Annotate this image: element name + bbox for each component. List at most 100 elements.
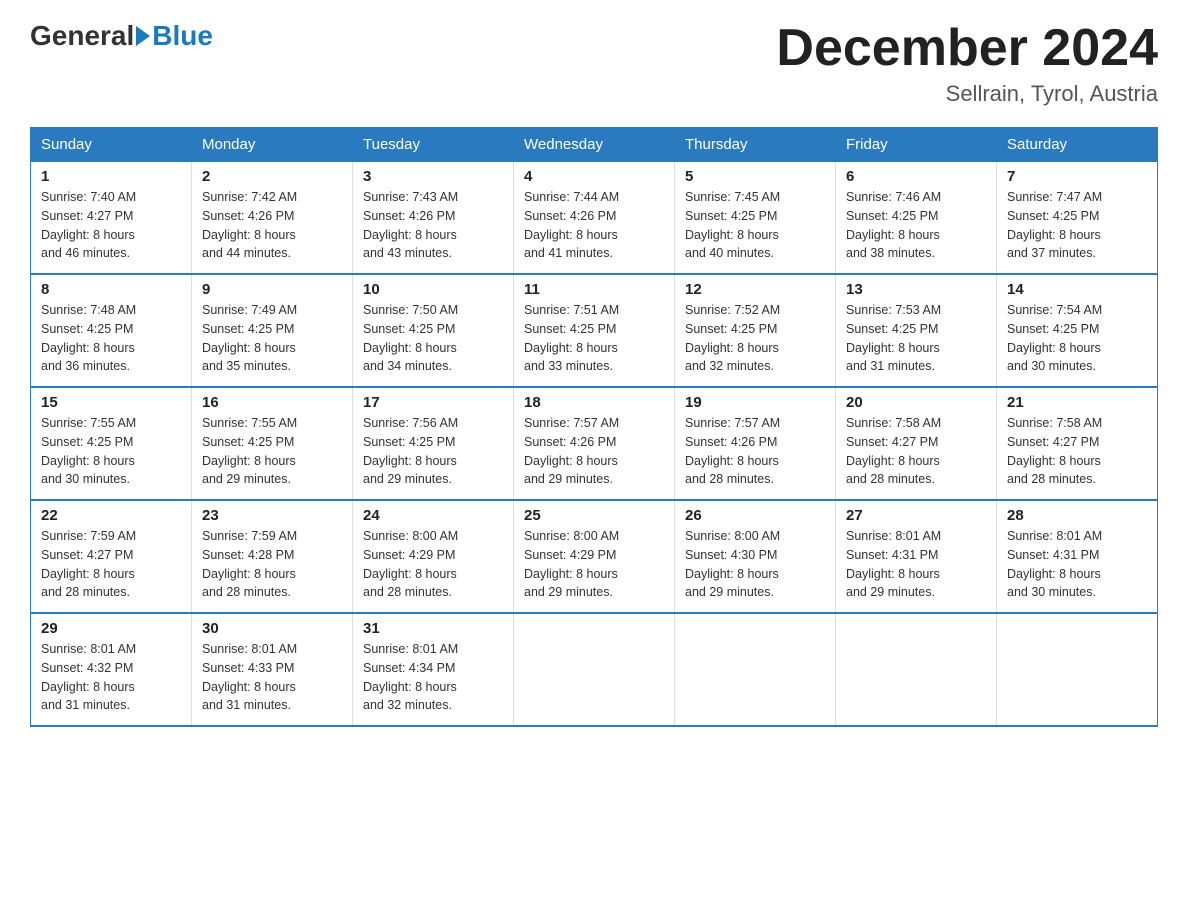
calendar-cell: 27Sunrise: 8:01 AM Sunset: 4:31 PM Dayli… <box>836 500 997 613</box>
day-number: 9 <box>202 281 342 298</box>
day-number: 22 <box>41 507 181 524</box>
day-info: Sunrise: 7:58 AM Sunset: 4:27 PM Dayligh… <box>846 414 986 489</box>
day-info: Sunrise: 7:57 AM Sunset: 4:26 PM Dayligh… <box>524 414 664 489</box>
day-info: Sunrise: 7:58 AM Sunset: 4:27 PM Dayligh… <box>1007 414 1147 489</box>
day-number: 3 <box>363 168 503 185</box>
calendar-week-row: 29 Sunrise: 8:01 AM Sunset: 4:32 PM Dayli… <box>31 613 1158 726</box>
column-header-saturday: Saturday <box>997 128 1158 162</box>
calendar-cell: 25Sunrise: 8:00 AM Sunset: 4:29 PM Dayli… <box>514 500 675 613</box>
day-info: Sunrise: 7:52 AM Sunset: 4:25 PM Dayligh… <box>685 301 825 376</box>
calendar-week-row: 22 Sunrise: 7:59 AM Sunset: 4:27 PM Dayli… <box>31 500 1158 613</box>
day-info: Sunrise: 7:55 AM Sunset: 4:25 PM Dayligh… <box>41 414 181 489</box>
day-number: 6 <box>846 168 986 185</box>
day-info: Sunrise: 7:50 AM Sunset: 4:25 PM Dayligh… <box>363 301 503 376</box>
day-info: Sunrise: 7:56 AM Sunset: 4:25 PM Dayligh… <box>363 414 503 489</box>
calendar-cell: 17 Sunrise: 7:56 AM Sunset: 4:25 PM Dayli… <box>353 387 514 500</box>
calendar-cell: 4Sunrise: 7:44 AM Sunset: 4:26 PM Daylig… <box>514 162 675 275</box>
calendar-cell: 16 Sunrise: 7:55 AM Sunset: 4:25 PM Dayli… <box>192 387 353 500</box>
day-info: Sunrise: 8:00 AM Sunset: 4:29 PM Dayligh… <box>363 527 503 602</box>
title-section: December 2024 Sellrain, Tyrol, Austria <box>776 20 1158 107</box>
calendar-cell <box>514 613 675 726</box>
day-number: 30 <box>202 620 342 637</box>
day-info: Sunrise: 7:51 AM Sunset: 4:25 PM Dayligh… <box>524 301 664 376</box>
day-number: 18 <box>524 394 664 411</box>
calendar-cell: 26 Sunrise: 8:00 AM Sunset: 4:30 PM Dayli… <box>675 500 836 613</box>
day-number: 12 <box>685 281 825 298</box>
day-info: Sunrise: 7:44 AM Sunset: 4:26 PM Dayligh… <box>524 188 664 263</box>
calendar-cell: 1 Sunrise: 7:40 AM Sunset: 4:27 PM Daylig… <box>31 162 192 275</box>
calendar-cell: 9 Sunrise: 7:49 AM Sunset: 4:25 PM Daylig… <box>192 274 353 387</box>
calendar-cell: 3 Sunrise: 7:43 AM Sunset: 4:26 PM Daylig… <box>353 162 514 275</box>
calendar-cell: 14 Sunrise: 7:54 AM Sunset: 4:25 PM Dayli… <box>997 274 1158 387</box>
logo-arrow-icon <box>136 26 150 46</box>
day-info: Sunrise: 7:42 AM Sunset: 4:26 PM Dayligh… <box>202 188 342 263</box>
day-info: Sunrise: 7:53 AM Sunset: 4:25 PM Dayligh… <box>846 301 986 376</box>
day-number: 5 <box>685 168 825 185</box>
day-number: 8 <box>41 281 181 298</box>
calendar-cell <box>997 613 1158 726</box>
day-number: 20 <box>846 394 986 411</box>
day-info: Sunrise: 8:01 AM Sunset: 4:32 PM Dayligh… <box>41 640 181 715</box>
page-header: General Blue December 2024 Sellrain, Tyr… <box>30 20 1158 107</box>
logo-general-text: General <box>30 20 134 52</box>
day-number: 13 <box>846 281 986 298</box>
calendar-cell: 29 Sunrise: 8:01 AM Sunset: 4:32 PM Dayli… <box>31 613 192 726</box>
calendar-cell: 15Sunrise: 7:55 AM Sunset: 4:25 PM Dayli… <box>31 387 192 500</box>
calendar-cell: 30 Sunrise: 8:01 AM Sunset: 4:33 PM Dayli… <box>192 613 353 726</box>
column-header-friday: Friday <box>836 128 997 162</box>
calendar-cell: 22 Sunrise: 7:59 AM Sunset: 4:27 PM Dayli… <box>31 500 192 613</box>
day-number: 21 <box>1007 394 1147 411</box>
calendar-header-row: SundayMondayTuesdayWednesdayThursdayFrid… <box>31 128 1158 162</box>
calendar-cell: 13 Sunrise: 7:53 AM Sunset: 4:25 PM Dayli… <box>836 274 997 387</box>
day-info: Sunrise: 8:01 AM Sunset: 4:31 PM Dayligh… <box>846 527 986 602</box>
calendar-cell: 18 Sunrise: 7:57 AM Sunset: 4:26 PM Dayli… <box>514 387 675 500</box>
calendar-table: SundayMondayTuesdayWednesdayThursdayFrid… <box>30 127 1158 727</box>
day-info: Sunrise: 7:54 AM Sunset: 4:25 PM Dayligh… <box>1007 301 1147 376</box>
calendar-cell: 31Sunrise: 8:01 AM Sunset: 4:34 PM Dayli… <box>353 613 514 726</box>
day-info: Sunrise: 7:59 AM Sunset: 4:28 PM Dayligh… <box>202 527 342 602</box>
calendar-cell: 21 Sunrise: 7:58 AM Sunset: 4:27 PM Dayli… <box>997 387 1158 500</box>
day-number: 23 <box>202 507 342 524</box>
calendar-cell: 28Sunrise: 8:01 AM Sunset: 4:31 PM Dayli… <box>997 500 1158 613</box>
day-number: 2 <box>202 168 342 185</box>
day-info: Sunrise: 7:48 AM Sunset: 4:25 PM Dayligh… <box>41 301 181 376</box>
day-info: Sunrise: 7:43 AM Sunset: 4:26 PM Dayligh… <box>363 188 503 263</box>
column-header-thursday: Thursday <box>675 128 836 162</box>
location: Sellrain, Tyrol, Austria <box>776 81 1158 107</box>
calendar-cell: 23 Sunrise: 7:59 AM Sunset: 4:28 PM Dayli… <box>192 500 353 613</box>
day-number: 29 <box>41 620 181 637</box>
day-number: 24 <box>363 507 503 524</box>
day-info: Sunrise: 7:59 AM Sunset: 4:27 PM Dayligh… <box>41 527 181 602</box>
day-info: Sunrise: 7:46 AM Sunset: 4:25 PM Dayligh… <box>846 188 986 263</box>
day-number: 31 <box>363 620 503 637</box>
day-info: Sunrise: 7:55 AM Sunset: 4:25 PM Dayligh… <box>202 414 342 489</box>
day-number: 26 <box>685 507 825 524</box>
calendar-cell: 8 Sunrise: 7:48 AM Sunset: 4:25 PM Daylig… <box>31 274 192 387</box>
calendar-cell: 10 Sunrise: 7:50 AM Sunset: 4:25 PM Dayli… <box>353 274 514 387</box>
day-number: 28 <box>1007 507 1147 524</box>
logo: General Blue <box>30 20 213 52</box>
calendar-cell <box>675 613 836 726</box>
calendar-cell: 5 Sunrise: 7:45 AM Sunset: 4:25 PM Daylig… <box>675 162 836 275</box>
month-title: December 2024 <box>776 20 1158 77</box>
calendar-cell: 12 Sunrise: 7:52 AM Sunset: 4:25 PM Dayli… <box>675 274 836 387</box>
day-number: 16 <box>202 394 342 411</box>
day-number: 14 <box>1007 281 1147 298</box>
day-number: 1 <box>41 168 181 185</box>
calendar-cell: 24 Sunrise: 8:00 AM Sunset: 4:29 PM Dayli… <box>353 500 514 613</box>
logo-blue-text: Blue <box>152 20 213 52</box>
day-number: 17 <box>363 394 503 411</box>
calendar-week-row: 15Sunrise: 7:55 AM Sunset: 4:25 PM Dayli… <box>31 387 1158 500</box>
day-info: Sunrise: 7:45 AM Sunset: 4:25 PM Dayligh… <box>685 188 825 263</box>
day-info: Sunrise: 8:00 AM Sunset: 4:30 PM Dayligh… <box>685 527 825 602</box>
day-info: Sunrise: 7:49 AM Sunset: 4:25 PM Dayligh… <box>202 301 342 376</box>
day-info: Sunrise: 8:01 AM Sunset: 4:33 PM Dayligh… <box>202 640 342 715</box>
day-number: 10 <box>363 281 503 298</box>
day-info: Sunrise: 7:40 AM Sunset: 4:27 PM Dayligh… <box>41 188 181 263</box>
calendar-cell: 20 Sunrise: 7:58 AM Sunset: 4:27 PM Dayli… <box>836 387 997 500</box>
calendar-week-row: 1 Sunrise: 7:40 AM Sunset: 4:27 PM Daylig… <box>31 162 1158 275</box>
day-number: 7 <box>1007 168 1147 185</box>
day-info: Sunrise: 7:47 AM Sunset: 4:25 PM Dayligh… <box>1007 188 1147 263</box>
calendar-cell: 6 Sunrise: 7:46 AM Sunset: 4:25 PM Daylig… <box>836 162 997 275</box>
day-number: 11 <box>524 281 664 298</box>
